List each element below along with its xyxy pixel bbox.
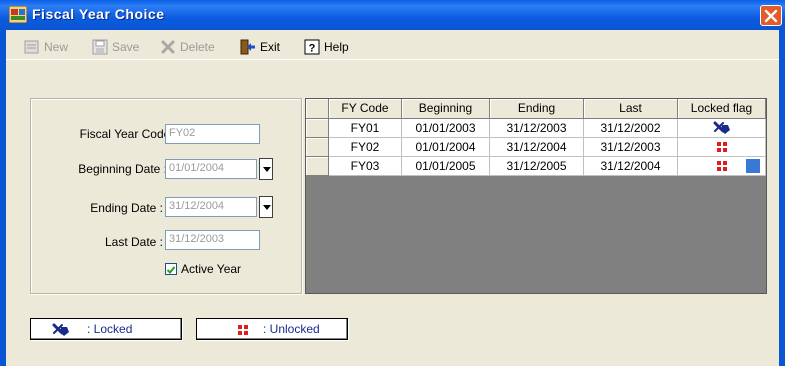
ending-date-input[interactable]: 31/12/2004 [165, 197, 257, 217]
save-button[interactable]: Save [92, 38, 139, 56]
row-selector[interactable] [306, 119, 329, 138]
fiscal-year-code-input[interactable]: FY02 [165, 124, 260, 144]
help-button[interactable]: ? Help [304, 38, 349, 56]
new-icon [24, 39, 40, 55]
exit-icon [240, 39, 256, 55]
fy-code-cell: FY02 [329, 138, 402, 157]
header-selector [306, 99, 329, 119]
row-selector[interactable] [306, 157, 329, 176]
close-button[interactable] [760, 5, 782, 26]
window-left-border [0, 30, 6, 366]
column-header[interactable]: FY Code [329, 99, 402, 119]
app-icon [8, 5, 28, 24]
ending-cell: 31/12/2004 [490, 138, 584, 157]
checkmark-icon [166, 266, 176, 274]
window-right-border [779, 30, 785, 366]
ending-cell: 31/12/2003 [490, 119, 584, 138]
unlocked-icon [716, 161, 727, 171]
locked-flag-cell[interactable] [678, 157, 766, 176]
title-bar[interactable]: Fiscal Year Choice [0, 0, 785, 30]
legend-locked: : Locked [30, 318, 182, 340]
delete-label: Delete [180, 40, 215, 54]
close-icon [764, 9, 778, 23]
active-year-checkbox[interactable] [165, 263, 177, 275]
legend-locked-label: : Locked [87, 322, 133, 336]
delete-icon [160, 39, 176, 55]
column-header[interactable]: Beginning [402, 99, 490, 119]
help-icon: ? [304, 39, 320, 55]
table-row[interactable]: FY01 01/01/2003 31/12/2003 31/12/2002 [306, 119, 766, 138]
legend-unlocked: : Unlocked [196, 318, 348, 340]
active-year-label: Active Year [181, 262, 242, 276]
fiscal-year-form: Fiscal Year Code : FY02 Beginning Date :… [30, 98, 302, 294]
column-header[interactable]: Locked flag [678, 99, 766, 119]
last-date-label: Last Date : [104, 235, 163, 249]
save-label: Save [112, 40, 140, 54]
ending-date-dropdown[interactable] [259, 196, 273, 218]
svg-text:?: ? [309, 43, 316, 55]
locked-flag-cell[interactable] [678, 138, 766, 157]
table-row[interactable]: FY02 01/01/2004 31/12/2004 31/12/2003 [306, 138, 766, 157]
beginning-date-input[interactable]: 01/01/2004 [165, 159, 257, 179]
delete-button[interactable]: Delete [160, 38, 215, 56]
grid-header: FY Code Beginning Ending Last Locked fla… [306, 99, 766, 119]
column-header[interactable]: Ending [490, 99, 584, 119]
toolbar: New Save Delete Exit ? Help [0, 30, 785, 60]
fiscal-year-choice-window: Fiscal Year Choice New Save Delete Exit … [0, 0, 785, 366]
locked-icon [713, 121, 730, 134]
last-cell: 31/12/2004 [584, 157, 678, 176]
exit-label: Exit [260, 40, 281, 54]
help-label: Help [324, 40, 349, 54]
unlocked-icon [238, 325, 248, 335]
save-icon [92, 39, 108, 55]
last-cell: 31/12/2003 [584, 138, 678, 157]
beginning-cell: 01/01/2004 [402, 138, 490, 157]
locked-flag-cell[interactable] [678, 119, 766, 138]
column-header[interactable]: Last [584, 99, 678, 119]
row-selector[interactable] [306, 138, 329, 157]
unlocked-icon [716, 142, 727, 152]
exit-button[interactable]: Exit [240, 38, 280, 56]
ending-date-label: Ending Date : [90, 201, 163, 215]
beginning-date-dropdown[interactable] [259, 158, 273, 180]
window-title: Fiscal Year Choice [32, 6, 165, 22]
fy-code-cell: FY03 [329, 157, 402, 176]
ending-cell: 31/12/2005 [490, 157, 584, 176]
legend-unlocked-label: : Unlocked [263, 322, 320, 336]
new-button[interactable]: New [24, 38, 68, 56]
fiscal-year-grid: FY Code Beginning Ending Last Locked fla… [305, 98, 767, 294]
beginning-date-label: Beginning Date : [78, 162, 167, 176]
fy-code-cell: FY01 [329, 119, 402, 138]
locked-icon [52, 323, 69, 336]
last-cell: 31/12/2002 [584, 119, 678, 138]
flag-selection-marker[interactable] [746, 159, 760, 173]
last-date-input[interactable]: 31/12/2003 [165, 230, 260, 250]
beginning-cell: 01/01/2003 [402, 119, 490, 138]
beginning-cell: 01/01/2005 [402, 157, 490, 176]
table-row[interactable]: FY03 01/01/2005 31/12/2005 31/12/2004 [306, 157, 766, 176]
new-label: New [44, 40, 69, 54]
fiscal-year-code-label: Fiscal Year Code : [79, 127, 177, 141]
